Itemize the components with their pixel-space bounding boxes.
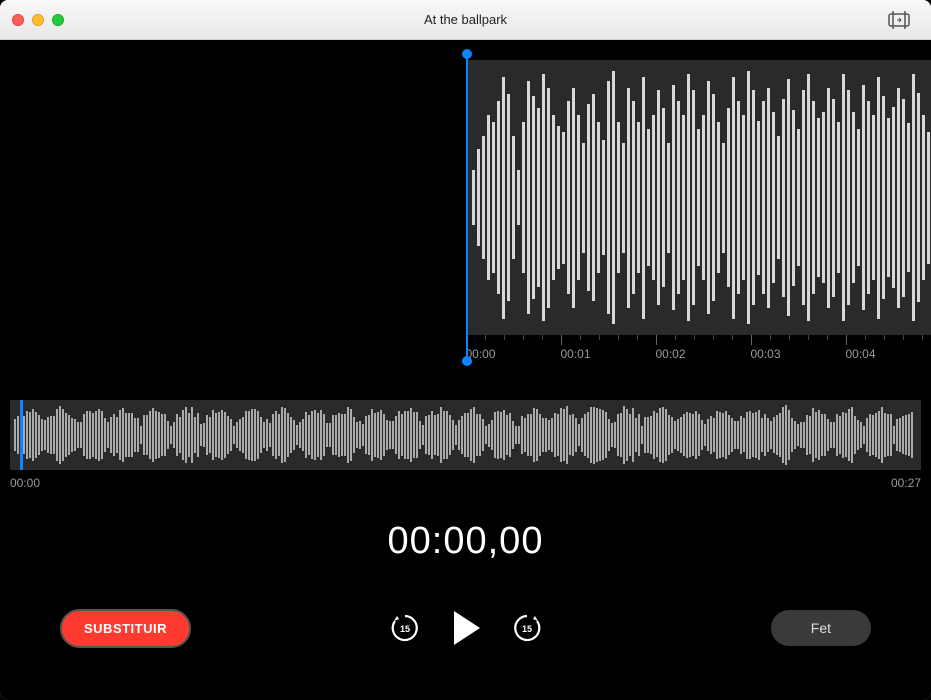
timecode-display: 00:00,00 [0,490,931,593]
skip-back-button[interactable]: 15 [390,612,420,644]
titlebar: At the ballpark [0,0,931,40]
tick: 00:02 [656,335,686,361]
overview-playhead[interactable] [20,400,23,470]
tick-label: 00:01 [561,347,591,361]
skip-back-icon: 15 [390,612,420,644]
window-title: At the ballpark [424,12,507,27]
overview-waveform[interactable] [10,400,921,470]
tick-label: 00:03 [751,347,781,361]
overview-start-time: 00:00 [10,476,40,490]
timeline-ruler: 00:0000:0100:0200:0300:0400: [466,335,931,360]
overview-section: 00:00 00:27 [0,360,931,490]
trim-icon [887,11,911,29]
maximize-button[interactable] [52,14,64,26]
waveform-bars [466,60,931,335]
window-controls [12,14,64,26]
overview-bars [10,400,921,470]
done-button[interactable]: Fet [771,610,871,646]
waveform-main[interactable]: 00:0000:0100:0200:0300:0400: [0,40,931,360]
svg-text:15: 15 [399,624,409,634]
overview-times: 00:00 00:27 [10,470,921,490]
tick-label: 00:02 [656,347,686,361]
voice-memo-edit-window: At the ballpark 00:00 00:01 00:02 00:03 00:0… [0,0,931,700]
skip-forward-icon: 15 [512,612,542,644]
play-icon [450,609,482,647]
playback-controls: 15 15 [390,609,542,647]
editor-content: 00:0000:0100:0200:0300:0400: 00:00 00:27… [0,40,931,700]
close-button[interactable] [12,14,24,26]
trim-button[interactable] [879,6,919,34]
overview-end-time: 00:27 [891,476,921,490]
controls-bar: SUBSTITUIR 15 [0,593,931,683]
tick-label: 00:04 [846,347,876,361]
tick: 00:04 [846,335,876,361]
toolbar-right [879,6,919,34]
tick: 00:03 [751,335,781,361]
record-replace-button[interactable]: SUBSTITUIR [60,609,191,648]
playhead[interactable] [466,55,468,360]
tick: 00:01 [561,335,591,361]
svg-text:15: 15 [521,624,531,634]
minimize-button[interactable] [32,14,44,26]
skip-forward-button[interactable]: 15 [512,612,542,644]
play-button[interactable] [450,609,482,647]
